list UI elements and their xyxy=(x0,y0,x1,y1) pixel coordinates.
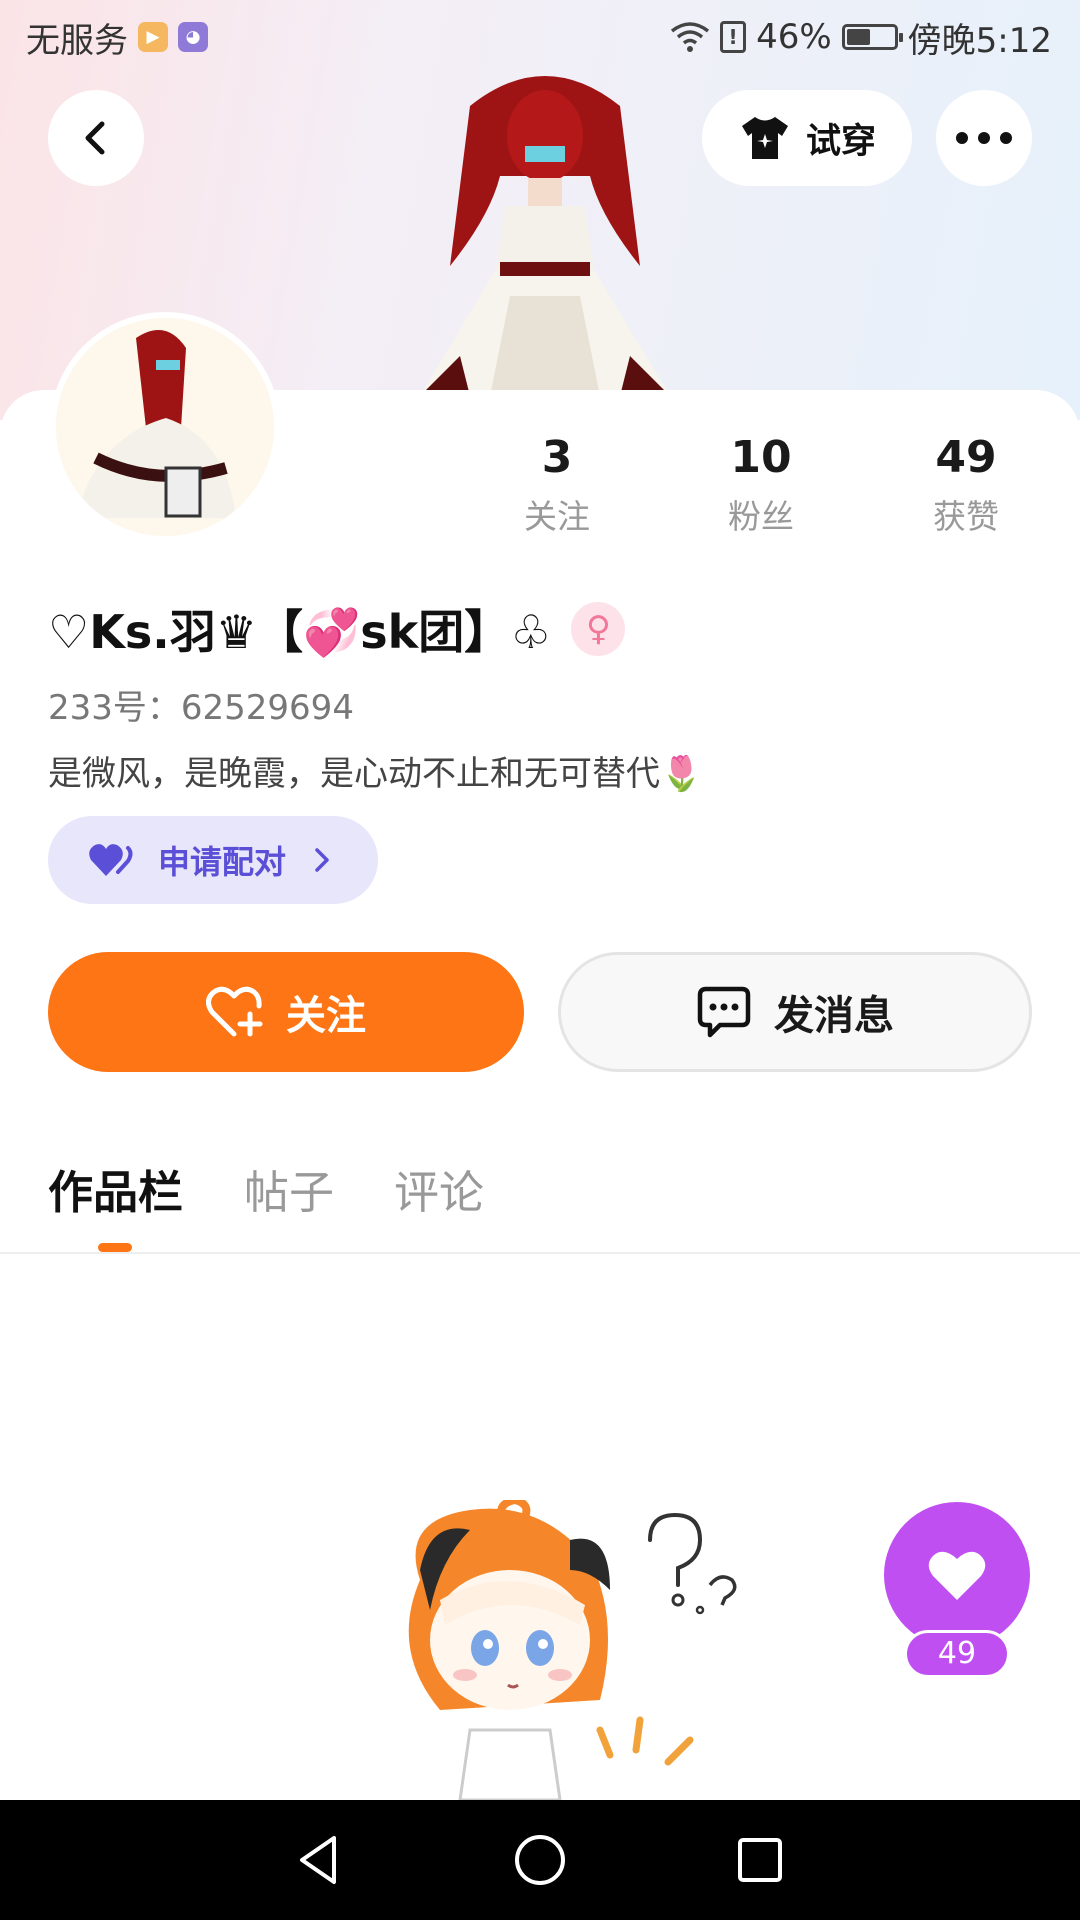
empty-state-mascot-image xyxy=(408,1500,737,1800)
username-row: ♡Ks.羽♛【💞sk团】♧ ♀ xyxy=(48,596,626,662)
user-id: 233号：62529694 xyxy=(48,688,354,728)
like-button[interactable] xyxy=(884,1502,1030,1648)
alert-icon: ! xyxy=(720,21,747,53)
stat-value: 10 xyxy=(730,432,792,483)
more-options-button[interactable] xyxy=(936,90,1032,186)
try-on-label: 试穿 xyxy=(805,121,876,162)
stat-value: 3 xyxy=(541,432,573,483)
stat-label: 获赞 xyxy=(933,497,999,536)
like-count-badge: 49 xyxy=(904,1630,1010,1678)
username: ♡Ks.羽♛【💞sk团】♧ xyxy=(48,605,552,659)
chevron-left-icon xyxy=(85,121,105,155)
heart-plus-icon xyxy=(206,986,263,1037)
battery-percent: 46% xyxy=(756,17,832,57)
system-navigation-bar xyxy=(0,1800,1080,1920)
stat-label: 关注 xyxy=(524,497,590,536)
video-app-icon: ▶ xyxy=(138,22,168,52)
character-model-image xyxy=(420,76,670,396)
stat-following[interactable]: 3 关注 xyxy=(477,430,637,542)
more-dots-icon xyxy=(956,132,1012,144)
recents-square-icon[interactable] xyxy=(730,1830,790,1890)
avatar-image xyxy=(56,318,274,536)
tshirt-icon xyxy=(741,117,788,159)
stat-label: 粉丝 xyxy=(728,497,794,536)
send-message-button[interactable]: 发消息 xyxy=(558,952,1032,1072)
stat-likes[interactable]: 49 获赞 xyxy=(886,430,1046,542)
status-bar: 无服务 ▶ ◕ ! 46% 傍晚5:12 xyxy=(0,0,1080,74)
heart-icon xyxy=(928,1551,986,1600)
tab-works[interactable]: 作品栏 xyxy=(48,1156,183,1221)
chevron-right-icon xyxy=(315,848,329,872)
send-message-label: 发消息 xyxy=(774,993,894,1039)
avatar[interactable] xyxy=(50,312,280,542)
female-gender-icon: ♀ xyxy=(571,602,626,656)
battery-icon xyxy=(841,24,903,50)
tab-indicator xyxy=(98,1243,132,1252)
content-tabs: 作品栏 帖子 评论 xyxy=(0,1150,1080,1254)
follow-button[interactable]: 关注 xyxy=(48,952,524,1072)
tab-comments[interactable]: 评论 xyxy=(394,1156,484,1221)
chat-bubble-icon xyxy=(697,986,751,1038)
home-circle-icon[interactable] xyxy=(510,1830,570,1890)
follow-label: 关注 xyxy=(286,993,366,1039)
carrier-label: 无服务 xyxy=(26,20,128,61)
bio: 是微风，是晚霞，是心动不止和无可替代🌷 xyxy=(48,754,703,794)
purple-app-icon: ◕ xyxy=(178,22,208,52)
clock: 傍晚5:12 xyxy=(907,20,1052,61)
try-on-button[interactable]: 试穿 xyxy=(702,90,912,186)
request-pair-button[interactable]: 申请配对 xyxy=(48,816,378,904)
stat-followers[interactable]: 10 粉丝 xyxy=(681,430,841,542)
stat-value: 49 xyxy=(935,432,997,483)
wifi-icon xyxy=(670,22,710,52)
request-pair-label: 申请配对 xyxy=(158,843,287,881)
double-heart-icon xyxy=(89,844,133,876)
back-button[interactable] xyxy=(48,90,144,186)
back-triangle-icon[interactable] xyxy=(290,1830,350,1890)
tab-posts[interactable]: 帖子 xyxy=(244,1156,334,1221)
